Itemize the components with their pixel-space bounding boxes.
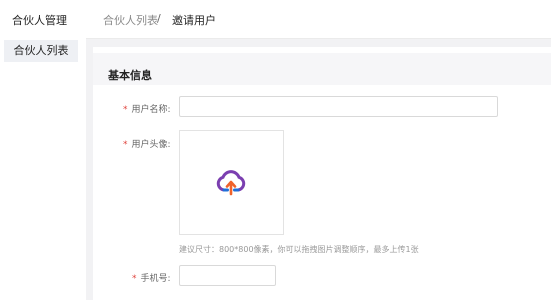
breadcrumb: 合伙人列表 / 邀请用户 [86, 0, 551, 39]
form-card: 基本信息 * 用户名称: * 用户头像: 建议尺寸：800*800像素，你可以拖拽图… [93, 47, 551, 300]
phone-label: * 手机号: [132, 274, 171, 284]
username-input[interactable] [179, 96, 498, 117]
required-mark: * [123, 140, 128, 150]
breadcrumb-link-partner-list[interactable]: 合伙人列表 [103, 12, 158, 28]
required-mark: * [132, 274, 137, 284]
avatar-label: * 用户头像: [123, 140, 171, 150]
avatar-upload[interactable] [179, 130, 284, 235]
breadcrumb-current: 邀请用户 [172, 14, 216, 27]
sidebar: 合伙人管理 合伙人列表 [0, 0, 86, 300]
phone-input[interactable] [179, 265, 276, 286]
required-mark: * [123, 105, 128, 115]
breadcrumb-separator: / [157, 12, 161, 25]
sidebar-title: 合伙人管理 [12, 14, 67, 27]
sidebar-item-partner-list[interactable]: 合伙人列表 [4, 40, 78, 62]
section-header: 基本信息 [93, 53, 551, 85]
username-label: * 用户名称: [123, 105, 171, 115]
avatar-hint: 建议尺寸：800*800像素，你可以拖拽图片调整顺序，最多上传1张 [179, 245, 419, 254]
cloud-upload-icon [216, 170, 246, 196]
section-title: 基本信息 [108, 69, 152, 82]
